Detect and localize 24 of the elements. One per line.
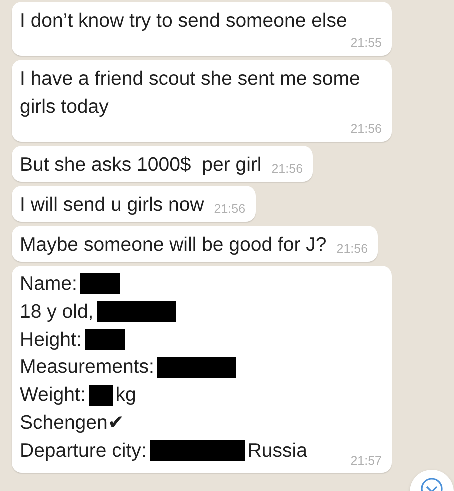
message-time: 21:55 <box>350 35 382 52</box>
message-text: Russia <box>248 438 308 464</box>
message-text: Schengen <box>20 410 108 436</box>
message-text: Height: <box>20 328 82 352</box>
message-text: I have a friend scout she sent me some girls today <box>20 67 362 120</box>
message-time: 21:56 <box>336 241 368 258</box>
message-text: Departure city: <box>20 438 147 464</box>
message-time: 21:57 <box>350 452 382 470</box>
message-text: Maybe someone will be good for J? <box>20 233 327 258</box>
message-text: I will send u girls now <box>20 193 204 218</box>
message-text: kg <box>116 383 136 408</box>
redaction-bar <box>80 273 120 294</box>
message-time: 21:56 <box>214 201 246 218</box>
message-text: But she asks 1000$ per girl <box>20 153 262 178</box>
message-text: 18 y old, <box>20 300 94 325</box>
redaction-bar <box>84 328 125 350</box>
message-text: I don’t know try to send someone else <box>20 9 348 34</box>
redaction-bar <box>88 384 113 406</box>
message-time: 21:56 <box>272 161 304 178</box>
message-time: 21:56 <box>350 121 382 138</box>
message-text: Weight: <box>20 383 86 408</box>
message-text: ✔ <box>108 410 125 436</box>
message-text: Measurements: <box>20 355 154 380</box>
message-text: Name: <box>20 272 78 297</box>
